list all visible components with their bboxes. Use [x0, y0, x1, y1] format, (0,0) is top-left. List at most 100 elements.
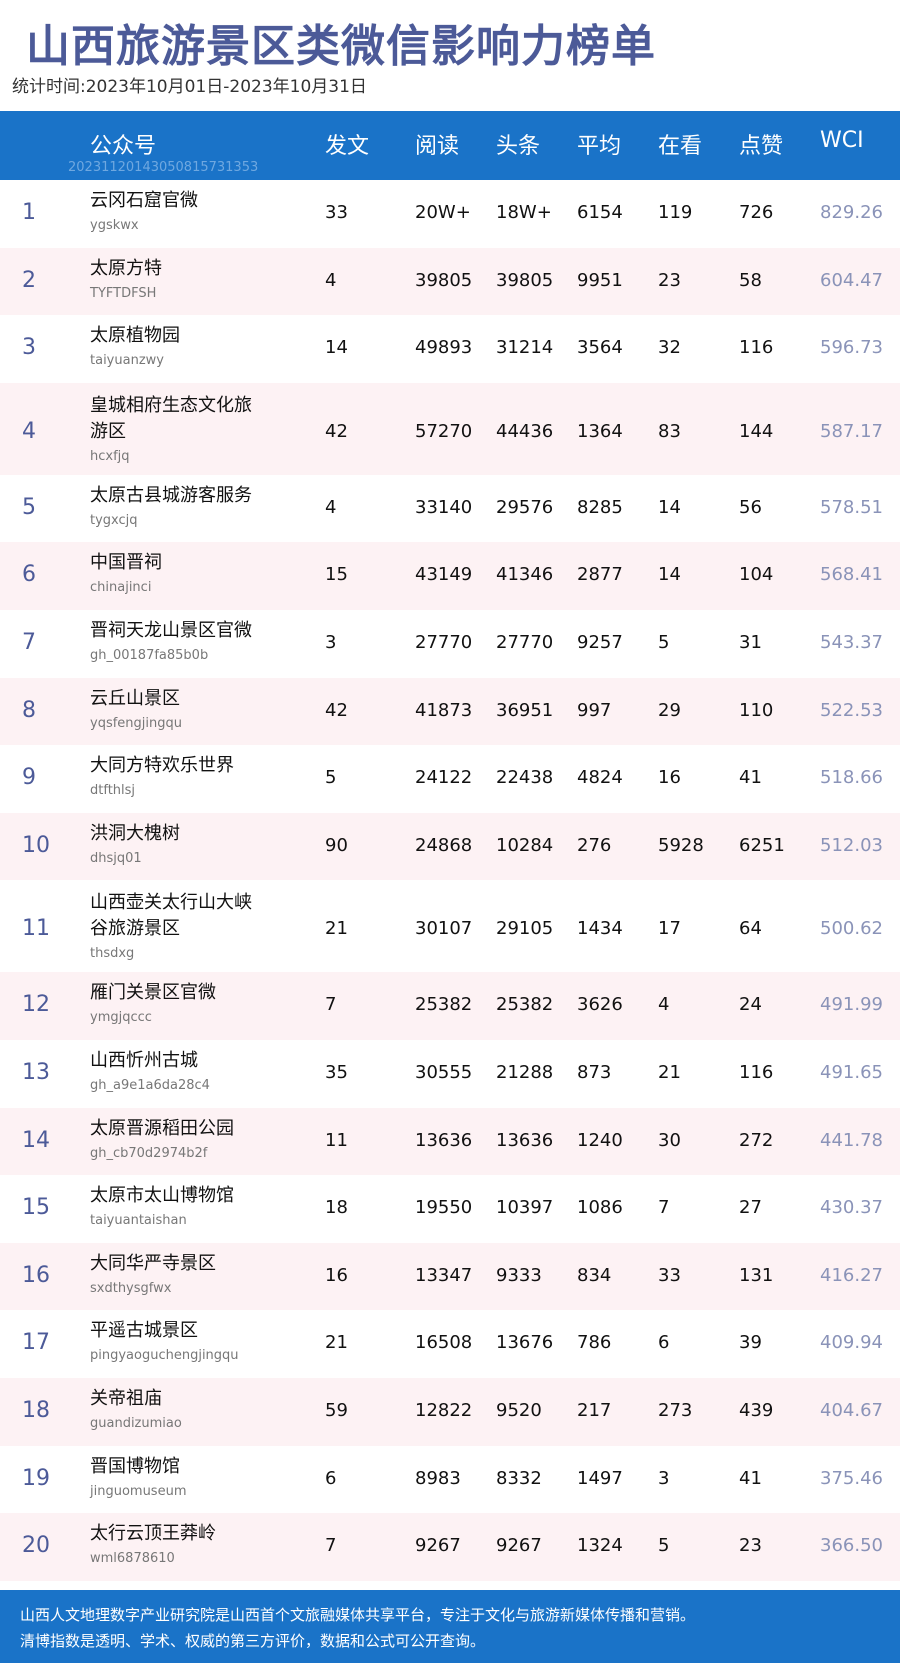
- cell-reads: 8983: [415, 1467, 461, 1489]
- table-row: 6 中国晋祠 chinajinci 15 43149 41346 2877 14 104 568.…: [0, 542, 900, 610]
- cell-reads: 12822: [415, 1399, 473, 1421]
- account-id: hcxfjq: [90, 448, 130, 464]
- account-name: 洪洞大槐树: [90, 822, 180, 844]
- cell-wci: 491.65: [820, 1061, 883, 1083]
- cell-average: 8285: [577, 496, 623, 518]
- rank-number: 2: [22, 267, 36, 293]
- cell-watching: 6: [658, 1332, 670, 1354]
- account-name: 云丘山景区: [90, 687, 180, 709]
- account-name: 太原方特: [90, 257, 162, 279]
- cell-reads: 27770: [415, 631, 473, 653]
- cell-reads: 39805: [415, 269, 473, 291]
- cell-wci: 543.37: [820, 631, 883, 653]
- rank-number: 1: [22, 200, 36, 225]
- cell-reads: 9267: [415, 1535, 461, 1557]
- account-name: 大同华严寺景区: [90, 1252, 216, 1274]
- account-name: 太原晋源稻田公园: [90, 1117, 234, 1139]
- cell-headline: 18W+: [496, 202, 552, 223]
- rank-number: 10: [22, 832, 50, 858]
- cell-average: 3564: [577, 337, 623, 359]
- cell-posts: 35: [325, 1061, 348, 1083]
- cell-average: 786: [577, 1332, 612, 1354]
- cell-posts: 3: [325, 631, 337, 653]
- cell-likes: 131: [739, 1264, 774, 1286]
- cell-average: 1086: [577, 1197, 623, 1219]
- cell-headline: 8332: [496, 1467, 542, 1489]
- cell-posts: 21: [325, 1332, 348, 1354]
- cell-average: 2877: [577, 564, 623, 586]
- rank-number: 7: [22, 629, 36, 655]
- cell-reads: 57270: [415, 420, 473, 442]
- cell-headline: 36951: [496, 699, 554, 721]
- rank-number: 18: [22, 1397, 50, 1423]
- cell-headline: 44436: [496, 420, 554, 442]
- cell-likes: 64: [739, 918, 762, 940]
- table-header: 公众号 发文 阅读 头条 平均 在看 点赞 WCI 20231120143050…: [0, 111, 900, 180]
- cell-wci: 829.26: [820, 202, 883, 223]
- rank-number: 20: [22, 1533, 50, 1559]
- cell-likes: 144: [739, 420, 774, 442]
- cell-wci: 522.53: [820, 699, 883, 721]
- cell-headline: 41346: [496, 564, 554, 586]
- table-row: 7 晋祠天龙山景区官微 gh_00187fa85b0b 3 27770 27770 9257…: [0, 609, 900, 678]
- cell-wci: 568.41: [820, 564, 883, 586]
- account-name: 平遥古城景区: [90, 1320, 198, 1342]
- account-id: ygskwx: [90, 218, 139, 233]
- cell-watching: 3: [658, 1467, 670, 1489]
- cell-average: 6154: [577, 202, 623, 223]
- table-row: 4 皇城相府生态文化旅游区 hcxfjq 42 57270 44436 1364 83 144 5…: [0, 382, 900, 475]
- cell-average: 1497: [577, 1467, 623, 1489]
- account-name: 晋国博物馆: [90, 1455, 180, 1477]
- cell-wci: 416.27: [820, 1264, 883, 1286]
- cell-wci: 441.78: [820, 1129, 883, 1151]
- table-row: 5 太原古县城游客服务 tygxcjq 4 33140 29576 8285 14 56 578.…: [0, 474, 900, 543]
- table-row: 14 太原晋源稻田公园 gh_cb70d2974b2f 11 13636 13636 124…: [0, 1107, 900, 1176]
- cell-likes: 56: [739, 496, 762, 518]
- table-row: 20 太行云顶王莽岭 wml6878610 7 9267 9267 1324 5 23 366.5…: [0, 1513, 900, 1581]
- cell-headline: 9267: [496, 1535, 542, 1557]
- rank-number: 8: [22, 697, 36, 723]
- table-row: 1 云冈石窟官微 ygskwx 33 20W+ 18W+ 6154 119 726 829.26: [0, 180, 900, 248]
- cell-headline: 13636: [496, 1129, 554, 1151]
- table-row: 15 太原市太山博物馆 taiyuantaishan 18 19550 10397 1086…: [0, 1175, 900, 1243]
- cell-average: 9951: [577, 269, 623, 291]
- account-name: 皇城相府生态文化旅游区: [90, 394, 252, 442]
- account-id: tygxcjq: [90, 512, 138, 528]
- header-account: 公众号: [90, 134, 157, 159]
- table-row: 3 太原植物园 taiyuanzwy 14 49893 31214 3564 32 116 596…: [0, 315, 900, 383]
- cell-likes: 272: [739, 1129, 774, 1151]
- account-id: pingyaoguchengjingqu: [90, 1348, 239, 1364]
- header-reads: 阅读: [415, 134, 460, 159]
- cell-average: 1324: [577, 1535, 623, 1557]
- cell-reads: 30107: [415, 918, 473, 940]
- cell-wci: 596.73: [820, 337, 883, 359]
- cell-watching: 5: [658, 1535, 670, 1557]
- table-row: 2 太原方特 TYFTDFSH 4 39805 39805 9951 23 58 604.47: [0, 247, 900, 316]
- cell-reads: 43149: [415, 564, 473, 586]
- account-id: guandizumiao: [90, 1415, 182, 1431]
- cell-posts: 5: [325, 767, 337, 789]
- rank-number: 12: [22, 992, 50, 1018]
- cell-reads: 24868: [415, 834, 473, 856]
- cell-headline: 27770: [496, 631, 554, 653]
- cell-likes: 24: [739, 994, 762, 1016]
- account-name: 山西忻州古城: [90, 1049, 198, 1071]
- cell-reads: 30555: [415, 1061, 473, 1083]
- footer-line-1: 山西人文地理数字产业研究院是山西首个文旅融媒体共享平台，专注于文化与旅游新媒体传…: [20, 1606, 696, 1624]
- cell-likes: 58: [739, 269, 762, 291]
- cell-wci: 518.66: [820, 767, 883, 789]
- cell-posts: 6: [325, 1467, 337, 1489]
- cell-posts: 7: [325, 1535, 337, 1557]
- cell-watching: 21: [658, 1061, 681, 1083]
- cell-reads: 16508: [415, 1332, 473, 1354]
- cell-reads: 13636: [415, 1129, 473, 1151]
- cell-headline: 22438: [496, 767, 554, 789]
- cell-headline: 25382: [496, 994, 554, 1016]
- cell-headline: 13676: [496, 1332, 554, 1354]
- cell-average: 1240: [577, 1129, 623, 1151]
- cell-wci: 404.67: [820, 1399, 883, 1421]
- table-row: 11 山西壶关太行山大峡谷旅游景区 thsdxg 21 30107 29105 1434 17…: [0, 880, 900, 973]
- cell-likes: 116: [739, 337, 774, 359]
- header-wci: WCI: [820, 128, 864, 153]
- cell-headline: 10397: [496, 1197, 554, 1219]
